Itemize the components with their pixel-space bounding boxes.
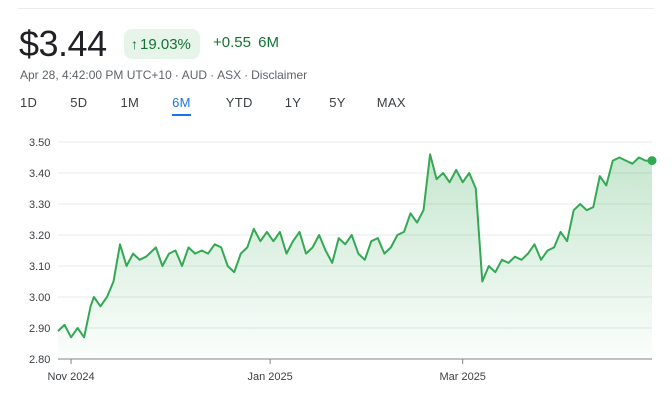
y-tick-label: 3.00 bbox=[29, 292, 50, 304]
y-tick-label: 3.10 bbox=[29, 261, 50, 273]
price-chart: 3.50 3.40 3.30 3.20 3.10 3.00 2.90 2.80 Nov 2024… bbox=[29, 137, 657, 383]
y-tick-label: 3.30 bbox=[29, 199, 50, 211]
latest-point-marker bbox=[647, 156, 657, 166]
y-tick-label: 3.40 bbox=[29, 168, 50, 180]
y-tick-label: 2.90 bbox=[29, 323, 50, 335]
x-tick-label: Nov 2024 bbox=[48, 371, 95, 383]
y-tick-label: 2.80 bbox=[29, 354, 50, 366]
y-tick-label: 3.20 bbox=[29, 230, 50, 242]
y-tick-label: 3.50 bbox=[29, 137, 50, 149]
x-tick-label: Mar 2025 bbox=[439, 371, 485, 383]
x-tick-label: Jan 2025 bbox=[248, 371, 293, 383]
